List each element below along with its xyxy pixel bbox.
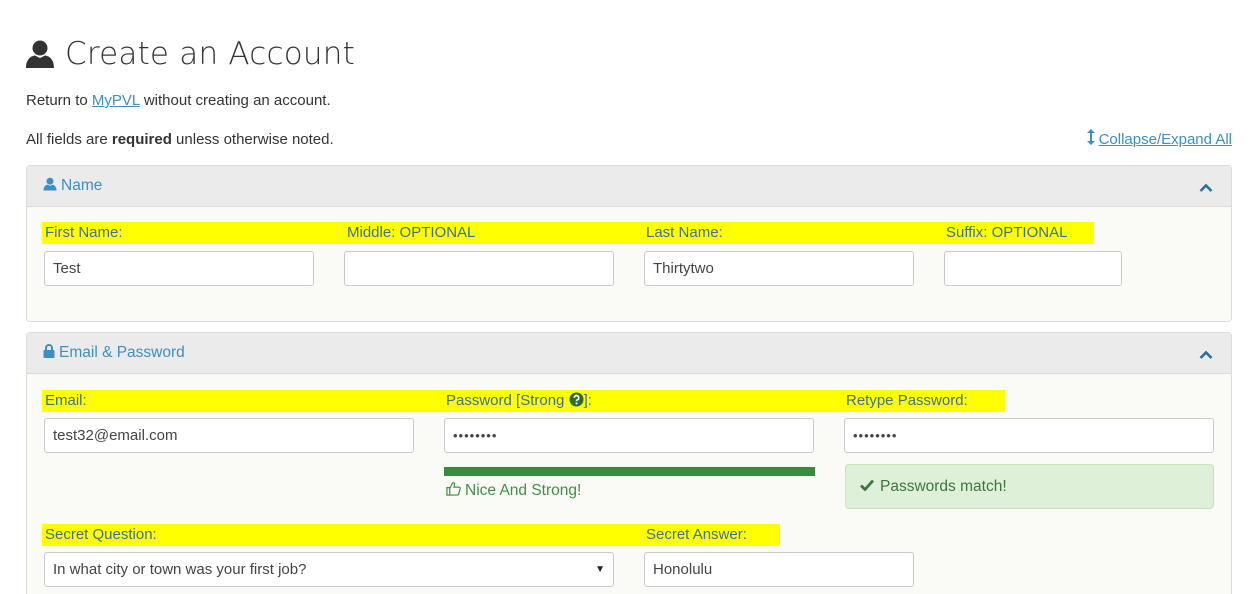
name-panel-title: Name (61, 177, 103, 194)
retype-password-label: Retype Password: (843, 390, 1005, 412)
return-suffix: without creating an account. (139, 92, 331, 109)
question-circle-icon[interactable] (569, 392, 584, 414)
secret-answer-label: Secret Answer: (643, 524, 780, 546)
last-name-input[interactable]: Thirtytwo (644, 251, 914, 286)
collapse-expand-label: Collapse/Expand All (1098, 130, 1232, 148)
user-icon (25, 39, 55, 69)
secret-answer-input[interactable]: Honolulu (644, 552, 914, 587)
secret-question-value: In what city or town was your first job? (53, 561, 307, 578)
email-input[interactable]: test32@email.com (44, 418, 414, 453)
strength-label: Nice And Strong! (465, 482, 582, 499)
required-bold: required (111, 131, 172, 148)
page-title-text: Create an Account (65, 36, 355, 72)
required-prefix: All fields are (26, 131, 112, 148)
email-label: Email: (42, 390, 444, 412)
chevron-up-icon[interactable] (1199, 347, 1213, 365)
checkmark-icon (860, 478, 880, 496)
lock-icon (43, 343, 55, 363)
password-strength-bar (444, 467, 815, 476)
password-input[interactable]: •••••••• (444, 418, 814, 453)
caret-down-icon: ▼ (595, 564, 605, 575)
collapse-expand-all-link[interactable]: Collapse/Expand All (1086, 129, 1232, 149)
match-label: Passwords match! (880, 477, 1007, 495)
thumbs-up-icon (446, 481, 465, 501)
chevron-up-icon[interactable] (1199, 180, 1213, 198)
required-suffix: unless otherwise noted. (171, 131, 334, 148)
first-name-label: First Name: (42, 222, 344, 244)
secret-question-label: Secret Question: (42, 524, 644, 546)
page-title: Create an Account (25, 32, 355, 76)
password-label-suffix: ]: (583, 392, 592, 409)
return-line: Return to MyPVL without creating an acco… (26, 92, 331, 109)
suffix-label: Suffix: OPTIONAL (943, 222, 1094, 244)
password-label: Password [Strong ]: (443, 390, 844, 412)
resize-vertical-icon (1086, 129, 1099, 149)
last-name-label: Last Name: (643, 222, 943, 244)
required-note: All fields are required unless otherwise… (26, 131, 334, 148)
mypvl-link[interactable]: MyPVL (92, 92, 140, 109)
passwords-match-alert: Passwords match! (845, 464, 1214, 509)
return-prefix: Return to (26, 92, 92, 109)
middle-name-label: Middle: OPTIONAL (344, 222, 643, 244)
user-icon (43, 177, 57, 196)
retype-password-input[interactable]: •••••••• (844, 418, 1214, 453)
middle-name-input[interactable] (344, 251, 614, 286)
email-panel-title: Email & Password (59, 344, 185, 361)
email-panel-header[interactable]: Email & Password (27, 333, 1231, 374)
password-strength-text: Nice And Strong! (446, 481, 581, 501)
name-panel-header[interactable]: Name (27, 166, 1231, 207)
suffix-input[interactable] (944, 251, 1122, 286)
password-label-prefix: Password [Strong (446, 392, 569, 409)
first-name-input[interactable]: Test (44, 251, 314, 286)
secret-question-select[interactable]: In what city or town was your first job?… (44, 552, 614, 587)
